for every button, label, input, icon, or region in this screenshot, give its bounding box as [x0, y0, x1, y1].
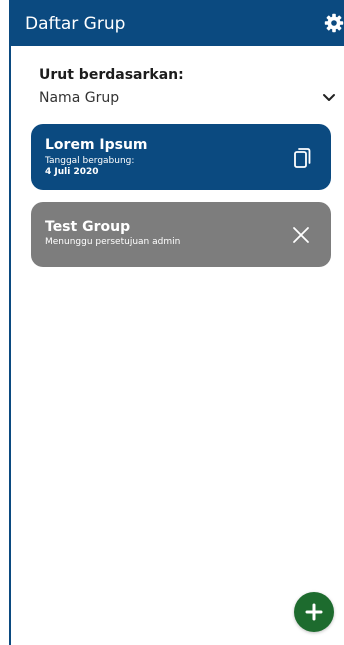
sort-label: Urut berdasarkan: [39, 67, 184, 83]
group-join-label: Tanggal bergabung: [45, 156, 135, 166]
plus-icon [305, 603, 323, 621]
group-card-test-group[interactable]: Test Group Menunggu persetujuan admin [31, 202, 331, 267]
group-pending-status: Menunggu persetujuan admin [45, 237, 181, 247]
app-container: Daftar Grup Urut berdasarkan: Nama Grup … [11, 0, 344, 645]
screen: Daftar Grup Urut berdasarkan: Nama Grup … [0, 0, 344, 645]
close-icon[interactable] [286, 220, 316, 250]
page-title: Daftar Grup [25, 14, 126, 34]
chevron-down-icon [323, 94, 335, 101]
app-bar: Daftar Grup [11, 0, 344, 46]
copy-icon-svg [294, 148, 311, 168]
sort-dropdown[interactable]: Nama Grup [26, 84, 344, 112]
gear-icon[interactable] [324, 13, 344, 33]
gear-icon-svg [324, 13, 344, 33]
copy-icon[interactable] [286, 143, 316, 173]
group-card-lorem-ipsum[interactable]: Lorem Ipsum Tanggal bergabung: 4 Juli 20… [31, 124, 331, 190]
close-icon-svg [293, 227, 309, 243]
group-join-date: 4 Juli 2020 [45, 167, 99, 177]
group-name: Test Group [45, 219, 131, 235]
sort-selected-value: Nama Grup [39, 90, 120, 106]
add-group-button[interactable] [294, 592, 334, 632]
group-name: Lorem Ipsum [45, 137, 148, 153]
